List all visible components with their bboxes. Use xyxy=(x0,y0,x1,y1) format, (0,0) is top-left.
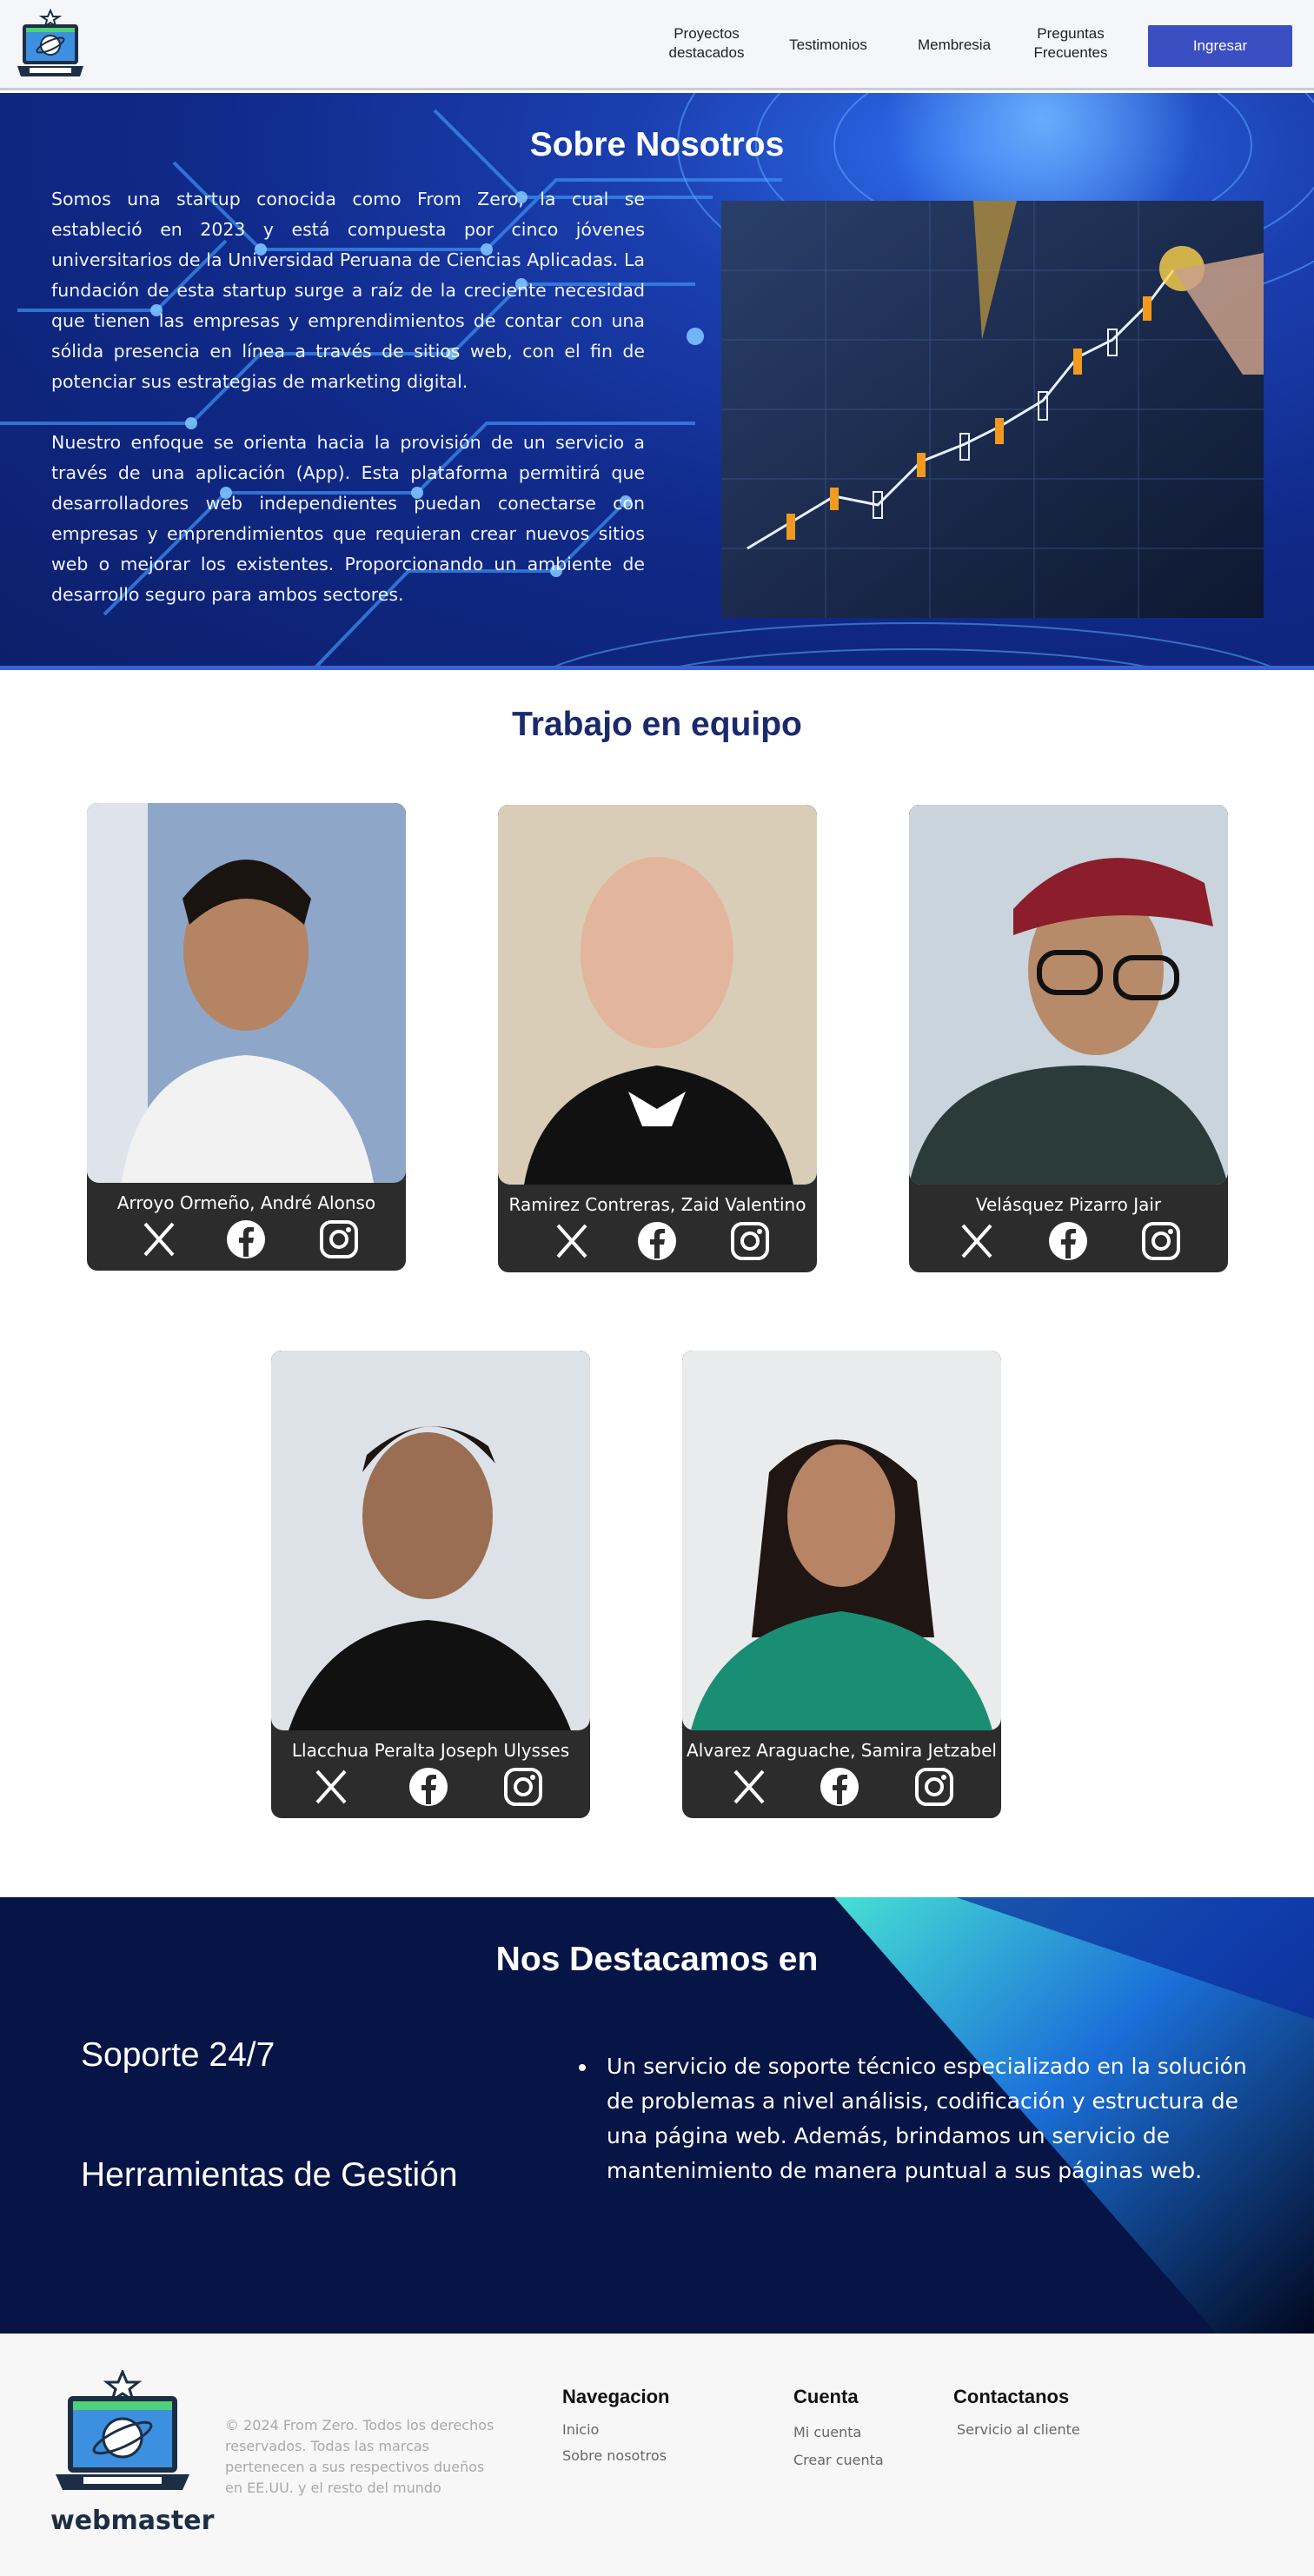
team-card: Velásquez Pizarro Jair xyxy=(909,805,1228,1272)
x-twitter-icon[interactable] xyxy=(728,1766,770,1808)
footer-heading-contactanos: Contactanos xyxy=(953,2386,1070,2407)
social-links xyxy=(909,1220,1228,1265)
footer: webmaster © 2024 From Zero. Todos los de… xyxy=(0,2334,1314,2576)
footer-brand: webmaster xyxy=(50,2506,215,2536)
footer-heading-cuenta: Cuenta xyxy=(793,2386,859,2407)
highlights-section: Nos Destacamos en Soporte 24/7 Herramien… xyxy=(0,1897,1314,2334)
highlight-description-list: Un servicio de soporte técnico especiali… xyxy=(577,2049,1272,2188)
stock-chart-image xyxy=(721,201,1264,618)
x-twitter-icon[interactable] xyxy=(138,1218,180,1260)
member-name: Alvarez Araguache, Samira Jetzabel xyxy=(687,1740,997,1761)
footer-copyright: © 2024 From Zero. Todos los derechos res… xyxy=(225,2417,494,2496)
instagram-icon[interactable] xyxy=(502,1766,544,1808)
member-name: Llacchua Peralta Joseph Ulysses xyxy=(291,1740,570,1761)
footer-link-servicio-cliente[interactable]: Servicio al cliente xyxy=(957,2421,1080,2438)
highlight-description: Un servicio de soporte técnico especiali… xyxy=(598,2049,1272,2188)
facebook-icon[interactable] xyxy=(408,1766,449,1808)
member-photo xyxy=(682,1351,1001,1730)
nav-link-testimonios[interactable]: Testimonios xyxy=(780,36,876,55)
member-photo xyxy=(87,803,406,1183)
team-card: Arroyo Ormeño, André Alonso xyxy=(87,803,406,1271)
highlight-soporte[interactable]: Soporte 24/7 xyxy=(81,2036,275,2075)
team-card: Llacchua Peralta Joseph Ulysses xyxy=(271,1351,590,1818)
team-card: Alvarez Araguache, Samira Jetzabel xyxy=(682,1351,1001,1818)
member-name: Ramirez Contreras, Zaid Valentino xyxy=(508,1194,806,1215)
highlights-title: Nos Destacamos en xyxy=(495,1941,819,1978)
footer-heading-navegacion: Navegacion xyxy=(562,2386,670,2407)
instagram-icon[interactable] xyxy=(913,1766,955,1808)
team-title: Trabajo en equipo xyxy=(512,706,802,743)
laptop-logo-icon xyxy=(56,2370,189,2490)
facebook-icon[interactable] xyxy=(225,1218,267,1260)
instagram-icon[interactable] xyxy=(1140,1220,1182,1262)
social-links xyxy=(87,1218,406,1264)
facebook-icon[interactable] xyxy=(1047,1220,1089,1262)
instagram-icon[interactable] xyxy=(318,1218,360,1260)
instagram-icon[interactable] xyxy=(729,1220,771,1262)
footer-link-sobre-nosotros[interactable]: Sobre nosotros xyxy=(562,2447,667,2464)
member-photo xyxy=(498,805,817,1185)
laptop-logo-icon[interactable] xyxy=(14,9,87,82)
highlight-herramientas[interactable]: Herramientas de Gestión xyxy=(81,2156,458,2194)
facebook-icon[interactable] xyxy=(636,1220,678,1262)
x-twitter-icon[interactable] xyxy=(956,1220,998,1262)
about-title: Sobre Nosotros xyxy=(529,126,785,163)
footer-link-inicio[interactable]: Inicio xyxy=(562,2421,599,2438)
member-photo xyxy=(271,1351,590,1730)
about-paragraph-2: Nuestro enfoque se orienta hacia la prov… xyxy=(51,432,645,605)
member-photo xyxy=(909,805,1228,1185)
footer-link-mi-cuenta[interactable]: Mi cuenta xyxy=(793,2424,861,2440)
about-paragraph-1: Somos una startup conocida como From Zer… xyxy=(51,189,645,392)
social-links xyxy=(498,1220,817,1265)
nav-link-membresia[interactable]: Membresia xyxy=(906,36,1002,55)
top-navbar: Proyectos destacados Testimonios Membres… xyxy=(0,0,1314,90)
nav-link-proyectos[interactable]: Proyectos destacados xyxy=(659,24,754,63)
member-name: Velásquez Pizarro Jair xyxy=(975,1194,1162,1215)
social-links xyxy=(682,1766,1001,1811)
social-links xyxy=(271,1766,590,1811)
x-twitter-icon[interactable] xyxy=(551,1220,593,1262)
team-card: Ramirez Contreras, Zaid Valentino xyxy=(498,805,817,1272)
nav-link-faq[interactable]: Preguntas Frecuentes xyxy=(1023,24,1118,63)
x-twitter-icon[interactable] xyxy=(310,1766,352,1808)
facebook-icon[interactable] xyxy=(819,1766,860,1808)
footer-link-crear-cuenta[interactable]: Crear cuenta xyxy=(793,2452,884,2468)
member-name: Arroyo Ormeño, André Alonso xyxy=(116,1192,376,1213)
login-button[interactable]: Ingresar xyxy=(1148,25,1292,67)
about-section: Sobre Nosotros Somos una startup conocid… xyxy=(0,93,1314,670)
